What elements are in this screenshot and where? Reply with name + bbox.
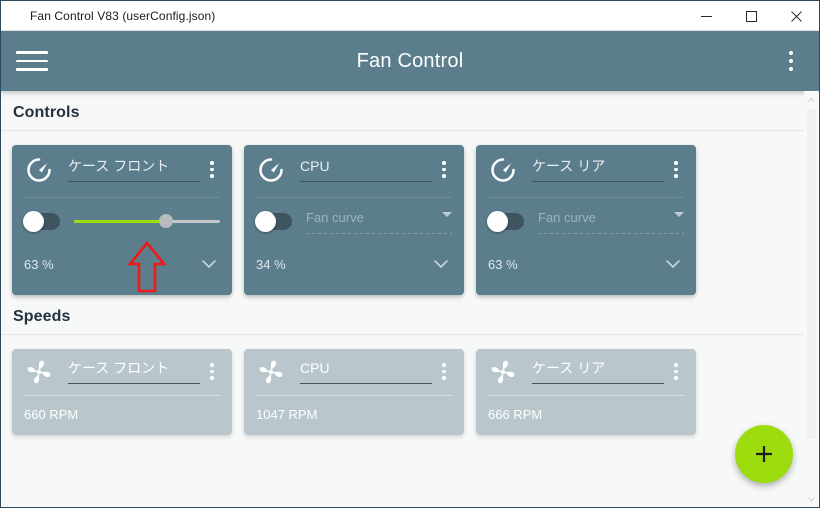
control-row: Fan curve	[487, 198, 684, 244]
speed-slider[interactable]	[74, 211, 220, 231]
name-underline	[532, 383, 664, 384]
enable-toggle[interactable]	[23, 210, 60, 232]
control-card[interactable]: CPU Fan curve 34 %	[244, 145, 464, 295]
fan-curve-select[interactable]: Fan curve	[538, 208, 684, 234]
name-underline	[300, 383, 432, 384]
enable-toggle[interactable]	[255, 210, 292, 232]
toggle-knob	[23, 210, 44, 232]
speed-name: ケース リア	[532, 360, 606, 376]
card-header: CPU	[256, 349, 452, 393]
expand-chevron-down-icon[interactable]	[662, 253, 684, 275]
chevron-down-icon	[442, 212, 452, 217]
overflow-menu-icon[interactable]	[775, 39, 807, 83]
fan-curve-select[interactable]: Fan curve	[306, 208, 452, 234]
speed-footer: 660 RPM	[24, 396, 220, 432]
enable-toggle[interactable]	[487, 210, 524, 232]
control-row	[23, 198, 220, 244]
controls-card-row: ケース フロント 63 % CPU Fan curve 34 % ケース リア …	[1, 131, 819, 295]
card-menu-icon[interactable]	[204, 157, 220, 178]
add-button[interactable]	[735, 425, 793, 483]
maximize-button[interactable]	[729, 1, 774, 31]
speed-footer: 666 RPM	[488, 396, 684, 432]
speed-value: 660 RPM	[24, 406, 79, 422]
chevron-down-icon	[674, 212, 684, 217]
control-name: CPU	[300, 158, 330, 174]
name-underline	[68, 383, 200, 384]
app-window: Fan Control V83 (userConfig.json) Fan Co…	[0, 0, 820, 508]
card-menu-icon[interactable]	[436, 359, 452, 380]
toggle-knob	[487, 210, 508, 232]
name-underline	[532, 181, 664, 182]
control-row: Fan curve	[255, 198, 452, 244]
speed-value: 1047 RPM	[256, 406, 318, 422]
minimize-button[interactable]	[684, 1, 729, 31]
app-header: Fan Control	[1, 31, 819, 91]
control-name: ケース フロント	[68, 158, 170, 174]
controls-section-title: Controls	[13, 104, 80, 121]
card-name-field[interactable]: ケース フロント	[68, 157, 204, 182]
close-button[interactable]	[774, 1, 819, 31]
name-underline	[300, 181, 432, 182]
scroll-down-chevron-down-icon[interactable]	[804, 491, 819, 507]
gauge-icon	[256, 155, 286, 185]
control-name: ケース リア	[532, 158, 606, 174]
card-name-field[interactable]: CPU	[300, 157, 436, 182]
control-value: 34 %	[256, 256, 286, 272]
control-footer: 63 %	[24, 244, 220, 284]
speeds-section-title: Speeds	[13, 308, 71, 325]
app-title: Fan Control	[356, 49, 464, 72]
control-footer: 34 %	[256, 244, 452, 284]
card-header: CPU	[256, 145, 452, 193]
scrollbar-thumb[interactable]	[807, 109, 816, 439]
card-header: ケース リア	[488, 349, 684, 393]
speed-name: ケース フロント	[68, 360, 170, 376]
card-menu-icon[interactable]	[668, 157, 684, 178]
fan-icon	[488, 357, 518, 387]
gauge-icon	[488, 155, 518, 185]
card-name-field[interactable]: ケース フロント	[68, 359, 204, 384]
speed-value: 666 RPM	[488, 406, 543, 422]
hamburger-menu-icon[interactable]	[10, 39, 54, 83]
card-header: ケース フロント	[24, 145, 220, 193]
slider-thumb[interactable]	[158, 214, 173, 228]
control-value: 63 %	[488, 256, 518, 272]
scroll-up-chevron-up-icon[interactable]	[804, 91, 819, 107]
card-name-field[interactable]: ケース リア	[532, 157, 668, 182]
name-underline	[68, 181, 200, 182]
slider-fill	[74, 220, 166, 223]
card-menu-icon[interactable]	[668, 359, 684, 380]
card-menu-icon[interactable]	[204, 359, 220, 380]
content-area: Controls ケース フロント 63 % CPU Fan curve 34 …	[1, 91, 819, 507]
expand-chevron-down-icon[interactable]	[430, 253, 452, 275]
toggle-knob	[255, 210, 276, 232]
card-header: ケース リア	[488, 145, 684, 193]
speed-name: CPU	[300, 360, 330, 376]
control-card[interactable]: ケース フロント 63 %	[12, 145, 232, 295]
window-controls	[684, 1, 819, 31]
control-card[interactable]: ケース リア Fan curve 63 %	[476, 145, 696, 295]
card-name-field[interactable]: CPU	[300, 359, 436, 384]
fan-icon	[24, 357, 54, 387]
select-underline	[306, 233, 452, 234]
window-title: Fan Control V83 (userConfig.json)	[30, 8, 216, 23]
speed-footer: 1047 RPM	[256, 396, 452, 432]
control-value: 63 %	[24, 256, 54, 272]
fan-curve-placeholder: Fan curve	[538, 210, 596, 225]
select-underline	[538, 233, 684, 234]
card-name-field[interactable]: ケース リア	[532, 359, 668, 384]
card-header: ケース フロント	[24, 349, 220, 393]
expand-chevron-down-icon[interactable]	[198, 253, 220, 275]
speed-card[interactable]: ケース リア 666 RPM	[476, 349, 696, 435]
speed-card[interactable]: ケース フロント 660 RPM	[12, 349, 232, 435]
fan-curve-placeholder: Fan curve	[306, 210, 364, 225]
vertical-scrollbar[interactable]	[804, 91, 819, 507]
control-footer: 63 %	[488, 244, 684, 284]
card-menu-icon[interactable]	[436, 157, 452, 178]
window-titlebar: Fan Control V83 (userConfig.json)	[1, 1, 819, 31]
plus-icon	[756, 446, 772, 462]
gauge-icon	[24, 155, 54, 185]
fan-icon	[256, 357, 286, 387]
speed-card[interactable]: CPU 1047 RPM	[244, 349, 464, 435]
speeds-card-row: ケース フロント 660 RPM CPU 1047 RPM ケース リア 666…	[1, 335, 819, 435]
